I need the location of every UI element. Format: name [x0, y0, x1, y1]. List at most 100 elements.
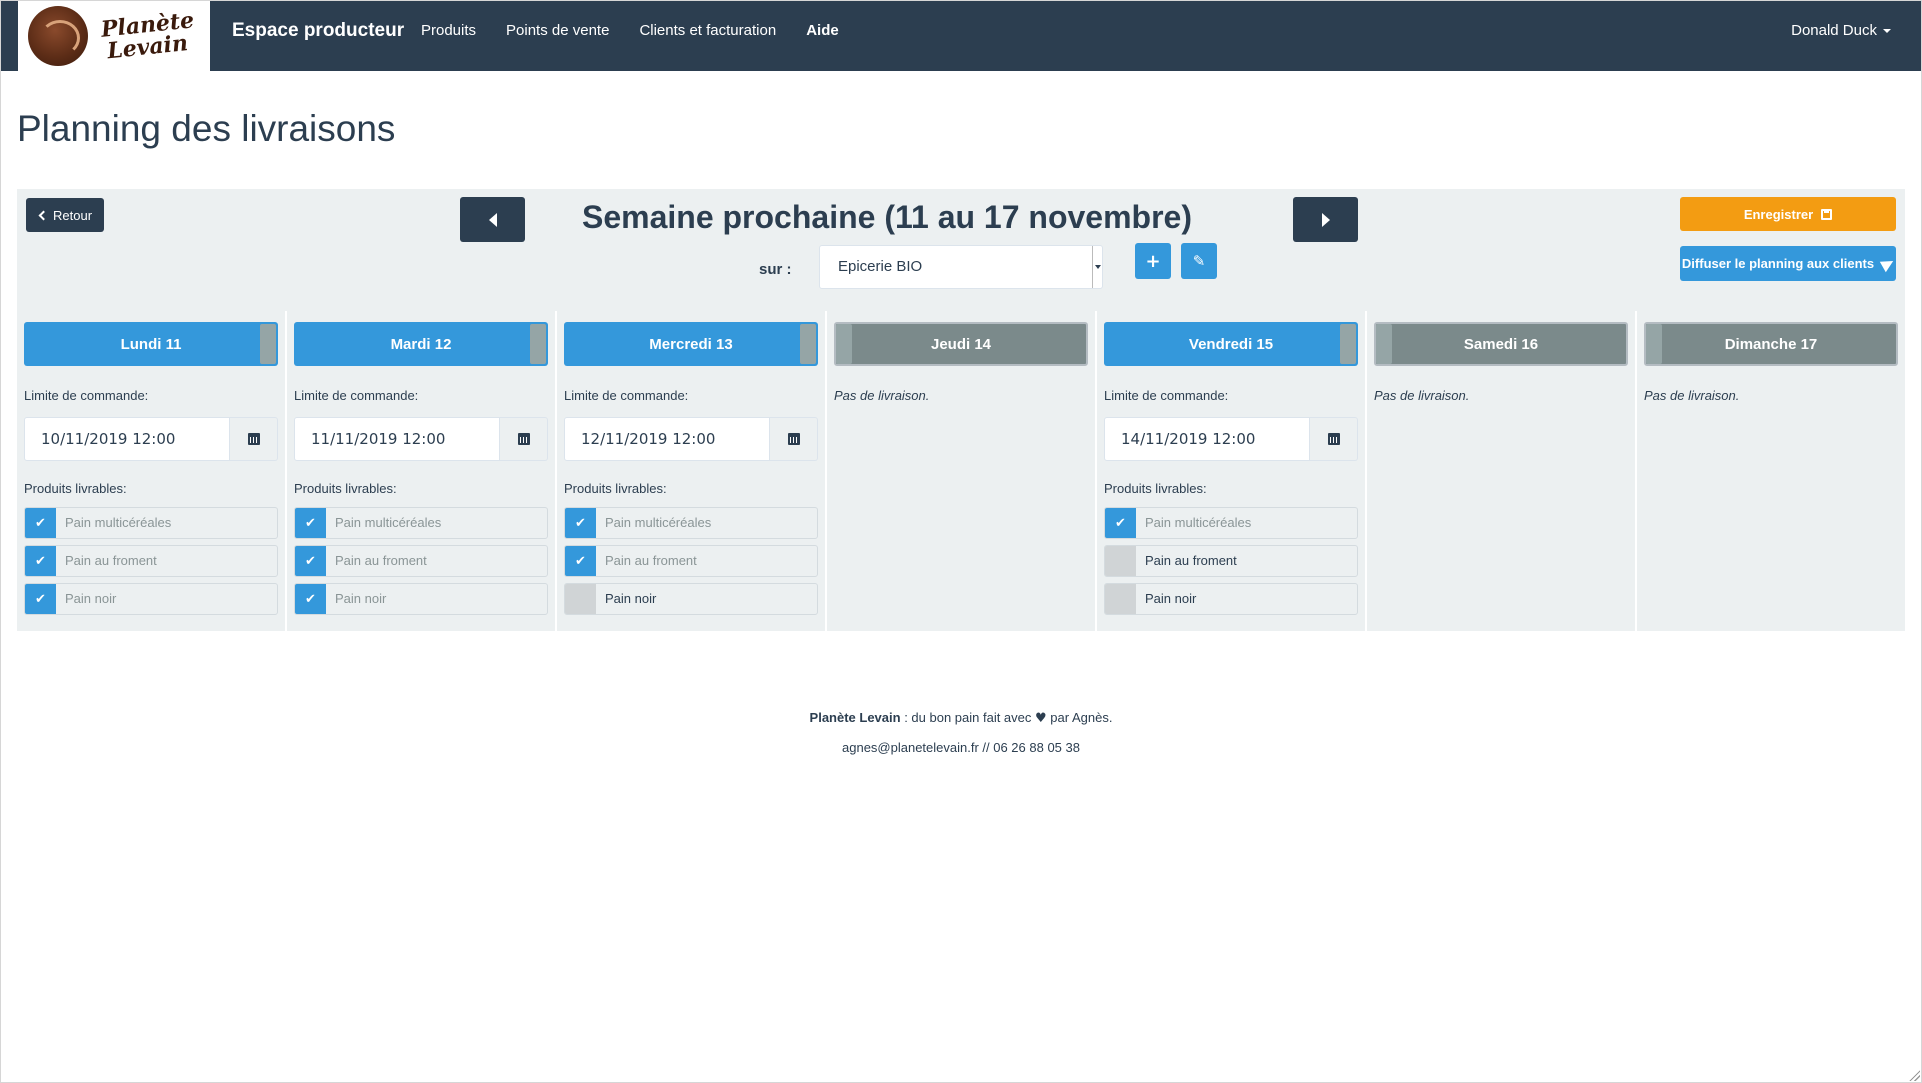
- product-toggle[interactable]: ✔ Pain au froment: [564, 545, 818, 577]
- products-list: ✔ Pain multicéréales Pain au froment Pain n…: [1104, 507, 1358, 615]
- checkmark-icon[interactable]: ✔: [25, 584, 56, 614]
- next-week-button[interactable]: [1293, 197, 1358, 242]
- order-limit-input[interactable]: 11/11/2019 12:00: [294, 417, 500, 461]
- day-toggle[interactable]: Lundi 11: [24, 322, 278, 366]
- day-toggle[interactable]: Mercredi 13: [564, 322, 818, 366]
- diffuse-planning-button[interactable]: Diffuser le planning aux clients: [1680, 246, 1897, 281]
- day-name: Mercredi 13: [649, 335, 733, 353]
- day-name: Jeudi 14: [930, 335, 992, 353]
- checkmark-icon[interactable]: ✔: [25, 508, 56, 538]
- triangle-left-icon: [488, 212, 497, 227]
- product-name: Pain au froment: [65, 553, 157, 568]
- resize-grip-icon[interactable]: [1908, 1069, 1920, 1081]
- products-list: ✔ Pain multicéréales ✔ Pain au froment ✔ Pain…: [24, 507, 278, 615]
- calendar-icon: [1327, 433, 1340, 445]
- products-list: ✔ Pain multicéréales ✔ Pain au froment Pain …: [564, 507, 818, 615]
- toggle-knob: [1376, 324, 1392, 364]
- product-name: Pain noir: [1145, 591, 1197, 606]
- nav-links: Produits Points de vente Clients et fact…: [421, 1, 869, 71]
- previous-week-button[interactable]: [460, 197, 525, 242]
- order-limit-input[interactable]: 10/11/2019 12:00: [24, 417, 230, 461]
- product-toggle[interactable]: ✔ Pain noir: [294, 583, 548, 615]
- day-toggle[interactable]: Mardi 12: [294, 322, 548, 366]
- day-name: Mardi 12: [390, 335, 452, 353]
- product-toggle[interactable]: Pain au froment: [1104, 545, 1358, 577]
- plus-icon: +: [1145, 250, 1161, 272]
- diffuse-button-label: Diffuser le planning aux clients: [1681, 256, 1875, 271]
- products-label: Produits livrables:: [294, 481, 397, 496]
- day-column: Dimanche 17 Pas de livraison.: [1637, 311, 1905, 631]
- product-toggle[interactable]: Pain noir: [564, 583, 818, 615]
- nav-link-points-de-vente[interactable]: Points de vente: [506, 1, 609, 71]
- product-name: Pain au froment: [1145, 553, 1237, 568]
- logo-wordmark: Planète Levain: [99, 7, 196, 65]
- store-select[interactable]: Epicerie BIO: [819, 245, 1103, 289]
- store-select-label: sur :: [759, 261, 792, 278]
- limit-label: Limite de commande:: [294, 388, 419, 403]
- toggle-knob: [1340, 324, 1356, 364]
- empty-checkbox-icon[interactable]: [565, 584, 596, 614]
- user-menu[interactable]: Donald Duck: [1791, 1, 1891, 61]
- user-name: Donald Duck: [1791, 22, 1877, 39]
- product-name: Pain noir: [335, 591, 387, 606]
- product-toggle[interactable]: ✔ Pain multicéréales: [294, 507, 548, 539]
- product-toggle[interactable]: ✔ Pain multicéréales: [564, 507, 818, 539]
- limit-label: Limite de commande:: [1104, 388, 1229, 403]
- floppy-disk-icon: [1821, 208, 1833, 220]
- day-name: Samedi 16: [1463, 335, 1539, 353]
- products-label: Produits livrables:: [564, 481, 667, 496]
- footer-contact[interactable]: agnes@planetelevain.fr // 06 26 88 05 38: [0, 733, 1922, 762]
- nav-brand[interactable]: Espace producteur: [232, 1, 404, 71]
- save-button-label: Enregistrer: [1743, 206, 1814, 222]
- calendar-button[interactable]: [500, 417, 548, 461]
- product-toggle[interactable]: ✔ Pain au froment: [294, 545, 548, 577]
- empty-checkbox-icon[interactable]: [1105, 546, 1136, 576]
- checkmark-icon[interactable]: ✔: [295, 584, 326, 614]
- caret-down-icon: [1883, 29, 1891, 34]
- product-name: Pain au froment: [605, 553, 697, 568]
- day-column: Samedi 16 Pas de livraison.: [1367, 311, 1635, 631]
- day-toggle[interactable]: Samedi 16: [1374, 322, 1628, 366]
- products-label: Produits livrables:: [1104, 481, 1207, 496]
- order-limit-datetime: 11/11/2019 12:00: [294, 417, 548, 461]
- checkmark-icon[interactable]: ✔: [295, 508, 326, 538]
- empty-checkbox-icon[interactable]: [1105, 584, 1136, 614]
- product-toggle[interactable]: ✔ Pain multicéréales: [24, 507, 278, 539]
- day-name: Dimanche 17: [1724, 335, 1818, 353]
- back-button[interactable]: Retour: [26, 198, 105, 232]
- nav-link-clients-facturation[interactable]: Clients et facturation: [639, 1, 776, 71]
- send-icon: [1879, 255, 1897, 272]
- product-name: Pain noir: [65, 591, 117, 606]
- checkmark-icon[interactable]: ✔: [25, 546, 56, 576]
- planete-levain-logo[interactable]: Planète Levain: [18, 1, 210, 71]
- nav-link-aide[interactable]: Aide: [806, 1, 839, 71]
- product-name: Pain multicéréales: [605, 515, 712, 530]
- calendar-button[interactable]: [770, 417, 818, 461]
- product-toggle[interactable]: Pain noir: [1104, 583, 1358, 615]
- day-toggle[interactable]: Jeudi 14: [834, 322, 1088, 366]
- save-button[interactable]: Enregistrer: [1680, 197, 1896, 231]
- calendar-button[interactable]: [230, 417, 278, 461]
- toggle-knob: [530, 324, 546, 364]
- edit-store-button[interactable]: ✎: [1181, 243, 1217, 279]
- checkmark-icon[interactable]: ✔: [565, 546, 596, 576]
- product-toggle[interactable]: ✔ Pain noir: [24, 583, 278, 615]
- order-limit-input[interactable]: 12/11/2019 12:00: [564, 417, 770, 461]
- calendar-button[interactable]: [1310, 417, 1358, 461]
- product-toggle[interactable]: ✔ Pain multicéréales: [1104, 507, 1358, 539]
- nav-link-produits[interactable]: Produits: [421, 1, 476, 71]
- checkmark-icon[interactable]: ✔: [295, 546, 326, 576]
- order-limit-datetime: 10/11/2019 12:00: [24, 417, 278, 461]
- add-store-button[interactable]: +: [1135, 243, 1171, 279]
- toggle-knob: [1646, 324, 1662, 364]
- day-toggle[interactable]: Dimanche 17: [1644, 322, 1898, 366]
- days-grid: Lundi 11 Limite de commande: 10/11/2019 12…: [17, 311, 1905, 631]
- checkmark-icon[interactable]: ✔: [565, 508, 596, 538]
- footer-brand: Planète Levain: [809, 710, 901, 725]
- order-limit-input[interactable]: 14/11/2019 12:00: [1104, 417, 1310, 461]
- product-toggle[interactable]: ✔ Pain au froment: [24, 545, 278, 577]
- week-title: Semaine prochaine (11 au 17 novembre): [581, 199, 1192, 235]
- checkmark-icon[interactable]: ✔: [1105, 508, 1136, 538]
- planning-toolbar: Retour Semaine prochaine (11 au 17 novem…: [17, 189, 1905, 311]
- day-toggle[interactable]: Vendredi 15: [1104, 322, 1358, 366]
